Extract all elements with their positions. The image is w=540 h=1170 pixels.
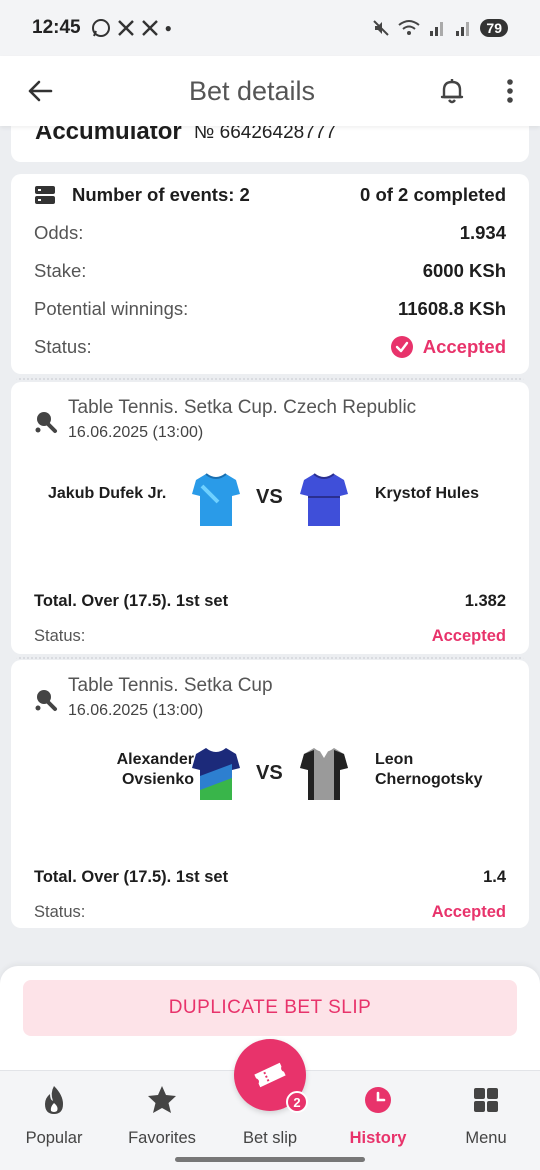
ticket-notch [523,372,535,384]
team1-jersey-icon [192,748,240,800]
battery-level: 79 [480,19,508,37]
signal-icon [456,22,470,36]
whatsapp-icon [91,19,110,37]
duplicate-bet-slip-button[interactable]: DUPLICATE BET SLIP [23,980,517,1036]
bottom-navigation: Popular Favorites 2 Bet slip History Men… [0,1039,540,1170]
event-teams: Jakub Dufek Jr. VS Krystof Hules [34,452,506,552]
event-odds: 1.4 [483,868,506,886]
event-status-label: Status: [34,903,86,921]
home-indicator [175,1157,365,1162]
event-market: Total. Over (17.5). 1st set [34,592,229,610]
bet-summary-card: Number of events: 2 0 of 2 completed Odd… [11,174,529,374]
events-count-row: Number of events: 2 0 of 2 completed [34,176,506,214]
event-bet-row: Total. Over (17.5). 1st set 1.382 [34,592,506,611]
check-circle-icon [390,336,413,358]
nav-favorites[interactable]: Favorites [108,1071,216,1148]
status-value: Accepted [422,336,506,357]
nav-betslip-label: Bet slip [242,1129,298,1147]
bet-details-content[interactable]: Accumulator № 66426428777 Number of even… [0,126,540,946]
team1-jersey-icon [192,473,240,526]
system-icons: 79 [372,19,508,37]
team2-jersey-icon [300,473,348,526]
nav-history[interactable]: History [324,1071,432,1148]
divider [11,657,529,659]
nav-menu-label: Menu [465,1129,507,1147]
stake-value: 6000 KSh [422,260,506,281]
event-teams: Alexander Ovsienko VS Leon Chernogotsky [34,730,506,830]
winnings-value: 11608.8 KSh [398,298,506,319]
event-market: Total. Over (17.5). 1st set [34,868,229,886]
event-league: Table Tennis. Setka Cup. Czech Republic [68,397,417,418]
table-tennis-icon [35,412,57,433]
ticket-notch [5,372,17,384]
nav-menu[interactable]: Menu [432,1071,540,1148]
table-tennis-icon [35,690,57,711]
odds-value: 1.934 [459,222,506,243]
mute-icon [373,20,390,36]
divider [11,378,529,380]
x-app-icon [141,20,158,36]
page-title: Bet details [188,75,316,106]
event-status-row: Status: Accepted [34,627,506,646]
vs-label: VS [256,486,283,508]
event-odds: 1.382 [464,592,506,610]
event-date: 16.06.2025 (13:00) [68,424,204,441]
more-options-button[interactable] [480,78,540,104]
winnings-label: Potential winnings: [34,298,189,319]
star-icon [108,1085,216,1115]
odds-label: Odds: [34,222,84,243]
event-bet-row: Total. Over (17.5). 1st set 1.4 [34,868,506,887]
x-app-icon [117,20,134,36]
team2-name: Krystof Hules [375,485,480,502]
bet-number: № 66426428777 [194,126,336,143]
event-status-value: Accepted [431,903,506,921]
status-label: Status: [34,336,92,357]
flame-icon [0,1085,108,1115]
winnings-row: Potential winnings: 11608.8 KSh [34,290,506,328]
event-status-label: Status: [34,627,86,645]
event-date: 16.06.2025 (13:00) [68,702,204,719]
nav-popular[interactable]: Popular [0,1071,108,1148]
completed-count: 0 of 2 completed [360,184,506,205]
back-button[interactable] [0,78,80,104]
event-status-row: Status: Accepted [34,903,506,922]
wifi-icon [398,20,421,35]
status-badge: Accepted [390,336,506,358]
event-card[interactable]: Table Tennis. Setka Cup 16.06.2025 (13:0… [11,660,529,928]
bell-icon [440,79,464,104]
status-bar: 12:45 ● 79 [0,0,540,56]
event-status-value: Accepted [431,627,506,645]
stake-row: Stake: 6000 KSh [34,252,506,290]
arrow-left-icon [28,80,53,102]
team2-jersey-icon [300,748,348,800]
event-card[interactable]: Table Tennis. Setka Cup. Czech Republic … [11,382,529,654]
bet-header-card: Accumulator № 66426428777 [11,126,529,162]
notification-icons: ● [91,18,172,38]
status-time: 12:45 [32,17,81,38]
team1-name: Jakub Dufek Jr. [48,485,167,502]
notifications-button[interactable] [424,77,480,105]
nav-popular-label: Popular [25,1129,83,1147]
team2-name: Leon Chernogotsky [375,751,483,788]
events-count: Number of events: 2 [72,184,250,205]
grid-icon [432,1085,540,1115]
stake-label: Stake: [34,260,87,281]
nav-favorites-label: Favorites [128,1129,196,1147]
bet-type: Accumulator [35,126,182,145]
clock-icon [324,1085,432,1115]
event-league: Table Tennis. Setka Cup [68,675,273,696]
team1-name: Alexander Ovsienko [116,751,194,788]
odds-row: Odds: 1.934 [34,214,506,252]
more-vertical-icon [507,79,513,103]
nav-betslip[interactable]: Bet slip [216,1071,324,1148]
vs-label: VS [256,762,283,784]
nav-history-label: History [349,1129,407,1147]
dot-icon: ● [164,21,172,35]
signal-icon [430,22,444,36]
events-list-icon [35,186,55,204]
status-row: Status: Accepted [34,328,506,366]
app-bar: Bet details [0,56,540,126]
